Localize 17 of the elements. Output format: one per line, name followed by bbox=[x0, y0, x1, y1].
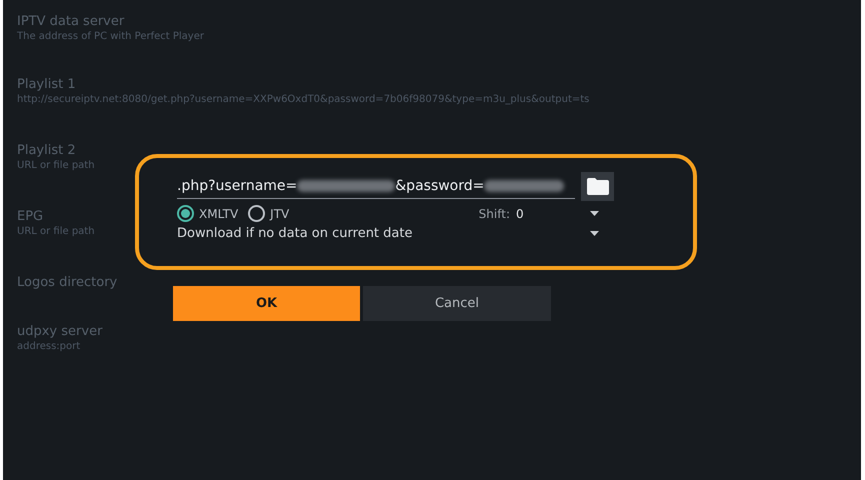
format-radio[interactable]: JTV bbox=[248, 205, 290, 222]
setting-value: The address of PC with Perfect Player bbox=[17, 31, 204, 42]
folder-icon bbox=[586, 178, 608, 195]
epg-url-field[interactable]: .php?username= &password= bbox=[177, 174, 575, 199]
setting-value: URL or file path bbox=[17, 226, 95, 237]
setting-value: address:port bbox=[17, 341, 80, 352]
browse-button[interactable] bbox=[581, 172, 614, 201]
update-mode-select[interactable]: Download if no data on current date bbox=[177, 226, 412, 241]
dropdown-caret-icon[interactable] bbox=[590, 211, 599, 216]
dropdown-caret-icon[interactable] bbox=[590, 231, 599, 236]
dialog-button[interactable]: Cancel bbox=[363, 286, 551, 321]
shift-value[interactable]: 0 bbox=[516, 206, 584, 220]
shift-label: Shift: bbox=[478, 206, 510, 220]
setting-value: URL or file path bbox=[17, 160, 95, 171]
dialog-button[interactable]: OK bbox=[173, 286, 360, 321]
format-radio[interactable]: XMLTV bbox=[177, 205, 238, 222]
setting-value: http://secureiptv.net:8080/get.php?username=XXPw6OxdT0&password=7b06f98079&type=m3u_plus&output=ts bbox=[17, 94, 590, 105]
